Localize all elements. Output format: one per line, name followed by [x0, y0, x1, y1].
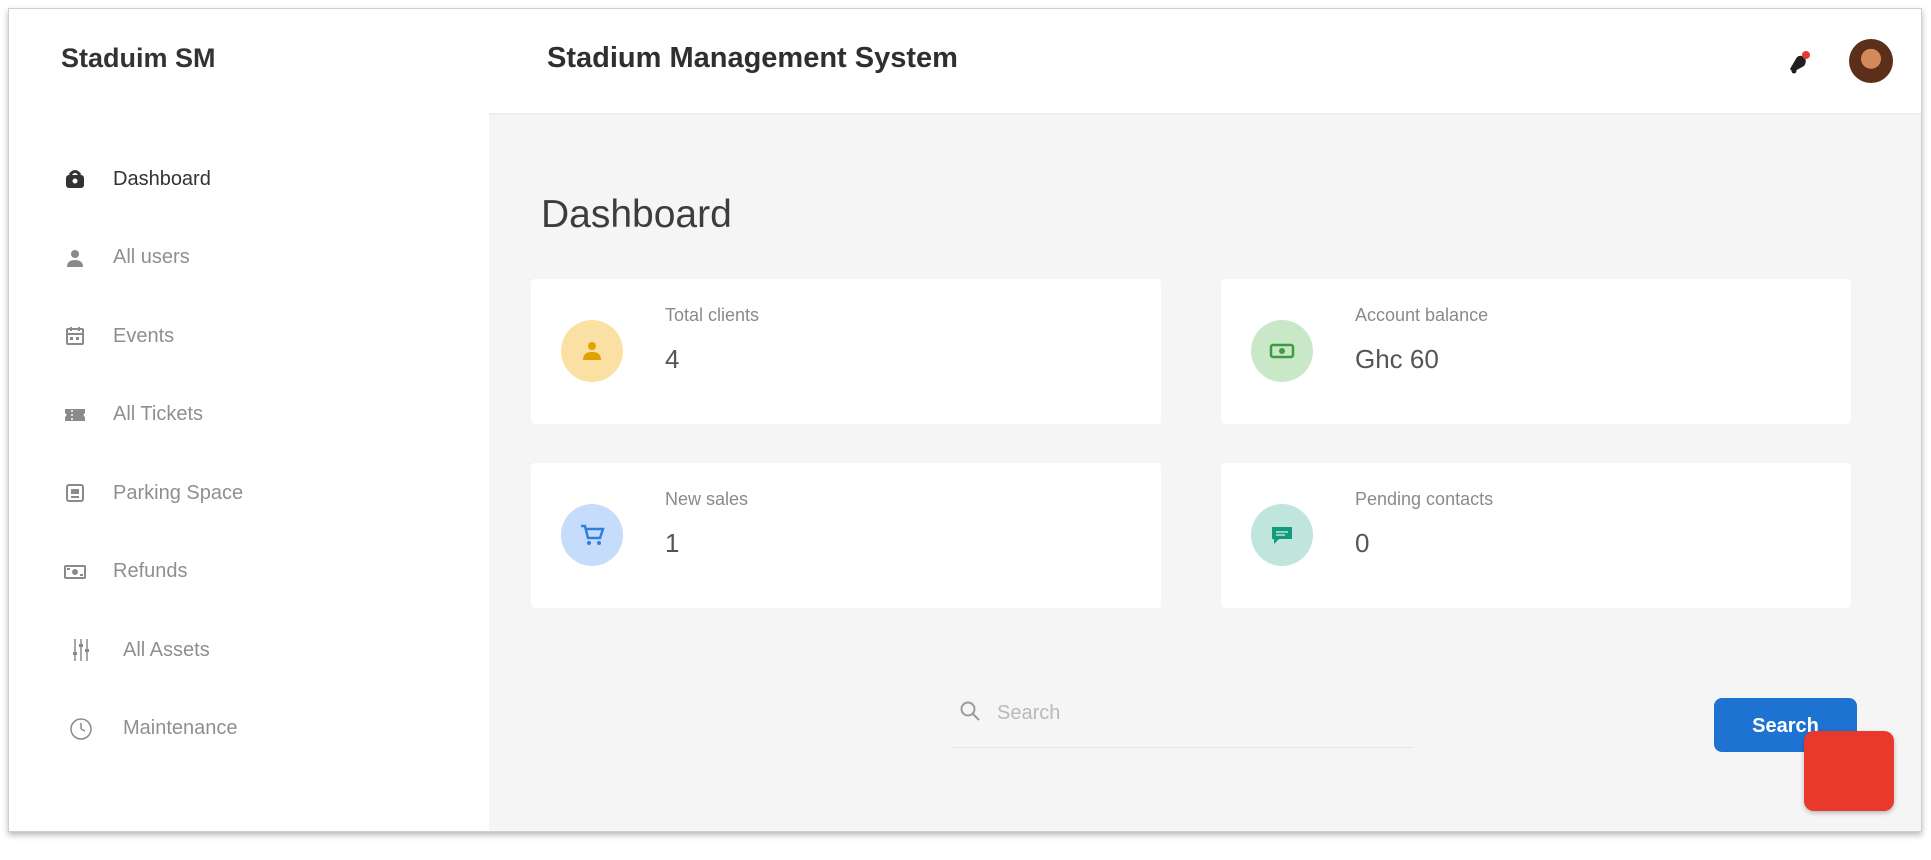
money-icon	[1251, 320, 1313, 382]
card-value: 0	[1355, 528, 1370, 558]
floating-action-button[interactable]	[1804, 731, 1894, 811]
refund-icon	[61, 558, 89, 586]
sidebar-item-all-tickets[interactable]: All Tickets	[61, 395, 243, 435]
cart-icon	[561, 504, 623, 566]
sidebar-nav: Dashboard All users Events All Tickets P…	[61, 159, 243, 787]
sidebar-item-parking-space[interactable]: Parking Space	[61, 473, 243, 513]
stat-card-total-clients: Total clients 4	[531, 279, 1161, 424]
app-window: Staduim SM Dashboard All users Events Al…	[8, 8, 1922, 832]
brand-logo[interactable]: Staduim SM	[61, 43, 216, 74]
search-icon	[959, 700, 981, 727]
stat-card-new-sales: New sales 1	[531, 463, 1161, 608]
calendar-icon	[61, 322, 89, 350]
search-bar	[953, 690, 1413, 736]
notification-icon[interactable]	[1785, 49, 1813, 77]
ticket-icon	[61, 401, 89, 429]
app-title: Stadium Management System	[547, 42, 958, 74]
dashboard-icon	[61, 165, 89, 193]
sidebar-item-maintenance[interactable]: Maintenance	[61, 709, 243, 749]
sidebar: Staduim SM Dashboard All users Events Al…	[9, 9, 489, 831]
sidebar-item-all-users[interactable]: All users	[61, 238, 243, 278]
sidebar-item-label: All Assets	[123, 638, 210, 661]
stat-card-pending-contacts: Pending contacts 0	[1221, 463, 1851, 608]
search-underline	[953, 747, 1413, 748]
sidebar-item-label: All Tickets	[113, 403, 204, 425]
card-label: Account balance	[1355, 305, 1489, 325]
stat-card-account-balance: Account balance Ghc 60	[1221, 279, 1851, 424]
search-input[interactable]	[995, 700, 1379, 726]
card-value: 1	[665, 528, 680, 558]
user-icon	[61, 244, 89, 272]
card-label: Pending contacts	[1355, 489, 1494, 509]
user-avatar[interactable]	[1849, 39, 1893, 83]
parking-icon	[61, 479, 89, 507]
sidebar-item-label: Dashboard	[113, 167, 211, 190]
card-label: Total clients	[665, 305, 760, 325]
sliders-icon	[67, 636, 95, 664]
sidebar-item-refunds[interactable]: Refunds	[61, 552, 243, 592]
main-content: Dashboard Total clients 4 Account balanc…	[489, 115, 1921, 831]
sidebar-item-label: Events	[113, 324, 175, 347]
sidebar-item-all-assets[interactable]: All Assets	[61, 630, 243, 670]
top-header: Stadium Management System	[489, 9, 1921, 115]
sidebar-item-dashboard[interactable]: Dashboard	[61, 159, 243, 199]
sidebar-item-label: Parking Space	[113, 481, 244, 504]
sidebar-item-events[interactable]: Events	[61, 316, 243, 356]
clients-icon	[561, 320, 623, 382]
page-title: Dashboard	[541, 193, 732, 236]
sidebar-item-label: Maintenance	[123, 717, 238, 739]
card-value: Ghc 60	[1355, 344, 1439, 374]
clock-icon	[67, 715, 95, 743]
card-label: New sales	[665, 489, 749, 509]
sidebar-item-label: All users	[113, 246, 190, 268]
sidebar-item-label: Refunds	[113, 560, 188, 582]
chat-icon	[1251, 504, 1313, 566]
card-value: 4	[665, 344, 680, 374]
